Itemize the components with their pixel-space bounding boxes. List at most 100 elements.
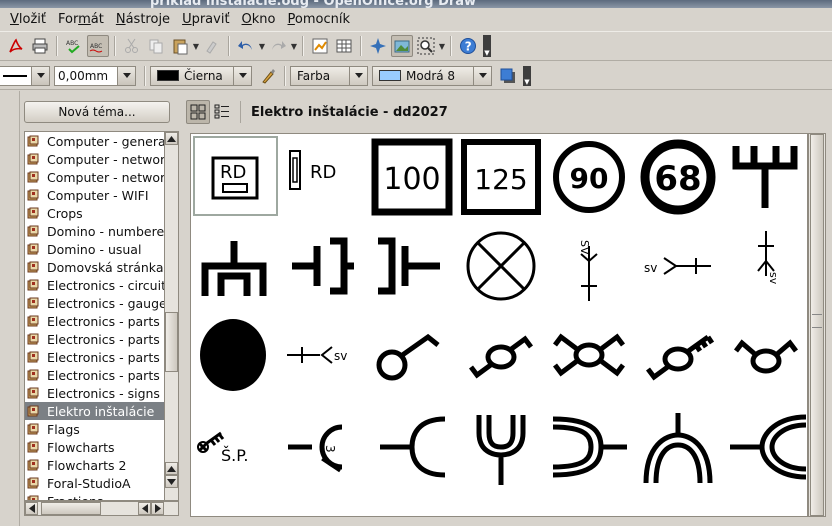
socket-3-symbol[interactable]: 3	[282, 405, 367, 485]
shadow-icon[interactable]	[497, 65, 519, 87]
redo-dropdown-icon[interactable]: ▼	[290, 35, 298, 57]
hscrollbar-thumb[interactable]	[41, 502, 101, 515]
sp-key-symbol[interactable]: Š.P.	[193, 405, 278, 485]
capacitor-left-symbol[interactable]	[282, 226, 367, 306]
menu-item-1[interactable]: Formát	[58, 12, 104, 27]
menu-item-4[interactable]: Okno	[242, 12, 276, 27]
theme-list-item[interactable]: Domino - numbered	[25, 222, 165, 240]
arc-right-double-symbol[interactable]	[547, 405, 632, 485]
sv-horizontal-symbol[interactable]: sv	[636, 226, 721, 306]
print-icon[interactable]	[29, 35, 51, 57]
rd-box-symbol[interactable]: RD	[193, 136, 278, 216]
theme-list-item[interactable]: Electronics - parts	[25, 312, 165, 330]
theme-list-item[interactable]: Domino - usual	[25, 240, 165, 258]
menu-item-5[interactable]: Pomocník	[288, 12, 351, 27]
area-color-arrow[interactable]	[473, 66, 491, 85]
line-style-arrow[interactable]	[31, 66, 49, 85]
table-icon[interactable]	[333, 35, 355, 57]
area-brush-icon[interactable]	[257, 65, 279, 87]
scroll-down-button[interactable]	[165, 475, 178, 488]
help-icon[interactable]: ?	[457, 35, 479, 57]
fork-symbol[interactable]	[724, 136, 807, 216]
square-100-symbol[interactable]: 100	[370, 136, 455, 216]
menu-item-3[interactable]: Upraviť	[182, 12, 229, 27]
switch-2-symbol[interactable]	[459, 315, 544, 395]
theme-list-item[interactable]: Flowcharts	[25, 438, 165, 456]
scroll-right-button[interactable]	[151, 502, 164, 515]
theme-list-item[interactable]: Computer - WIFI	[25, 186, 165, 204]
theme-list-hscrollbar[interactable]	[24, 501, 179, 516]
square-125-symbol[interactable]: 125	[459, 136, 544, 216]
switch-cross-symbol[interactable]	[547, 315, 632, 395]
toolbar-overflow-grip[interactable]: ▼	[483, 35, 491, 57]
theme-list-item[interactable]: Computer - general	[25, 132, 165, 150]
spellcheck-icon[interactable]: ABC	[63, 35, 85, 57]
switch-1-symbol[interactable]	[370, 315, 455, 395]
theme-list-item[interactable]: Elektro inštalácie	[25, 402, 165, 420]
zoom-dropdown-icon[interactable]: ▼	[438, 35, 446, 57]
capacitor-right-symbol[interactable]	[370, 226, 455, 306]
theme-list-item[interactable]: Foral-StudioA	[25, 474, 165, 492]
circle-90-symbol[interactable]: 90	[547, 136, 632, 216]
theme-list-item[interactable]: Crops	[25, 204, 165, 222]
theme-list[interactable]: Computer - general Computer - network Comp…	[24, 131, 166, 501]
theme-list-vscrollbar[interactable]	[164, 131, 179, 501]
theme-list-item[interactable]: Computer - network	[25, 150, 165, 168]
theme-list-item[interactable]: Electronics - circuits	[25, 276, 165, 294]
arch-symbol[interactable]	[636, 405, 721, 485]
scrollbar-thumb[interactable]	[165, 312, 178, 372]
toolbar2-overflow-grip[interactable]: ▼	[523, 65, 531, 86]
lamp-x-symbol[interactable]	[459, 226, 544, 306]
detailed-view-icon[interactable]	[210, 100, 234, 124]
navigator-icon[interactable]	[367, 35, 389, 57]
filled-circle-symbol[interactable]	[193, 315, 278, 395]
sv-right-symbol[interactable]: sv	[282, 315, 367, 395]
undo-dropdown-icon[interactable]: ▼	[258, 35, 266, 57]
gallery-icon[interactable]	[391, 35, 413, 57]
autospellcheck-icon[interactable]: ABC	[87, 35, 109, 57]
arc-left-symbol[interactable]	[370, 405, 455, 485]
symbol-grid-vscrollbar[interactable]	[808, 133, 826, 517]
zoom-icon[interactable]	[415, 35, 437, 57]
sv-vertical-symbol[interactable]: SV	[547, 226, 632, 306]
theme-list-item[interactable]: Computer - network	[25, 168, 165, 186]
menu-item-0[interactable]: Vložiť	[10, 12, 46, 27]
redo-icon[interactable]	[267, 35, 289, 57]
line-width-field[interactable]: 0,00mm	[54, 65, 136, 86]
theme-list-item[interactable]: Flags	[25, 420, 165, 438]
line-style-combo[interactable]	[0, 65, 50, 86]
paste-dropdown-icon[interactable]: ▼	[192, 35, 200, 57]
area-color-combo[interactable]: Modrá 8	[372, 65, 492, 86]
circle-68-symbol[interactable]: 68	[636, 136, 721, 216]
scroll-up-button[interactable]	[165, 132, 178, 145]
scroll-left-button[interactable]	[25, 502, 38, 515]
theme-list-item[interactable]: Flowcharts 2	[25, 456, 165, 474]
theme-list-item[interactable]: Electronics - signs	[25, 384, 165, 402]
menu-item-2[interactable]: Nástroje	[116, 12, 170, 27]
clone-formatting-icon[interactable]	[201, 35, 223, 57]
copy-icon[interactable]	[145, 35, 167, 57]
line-width-spinner[interactable]	[117, 66, 135, 85]
theme-list-item[interactable]: Fractions	[25, 492, 165, 500]
scroll-up-button-2[interactable]	[165, 462, 178, 475]
plug-socket-symbol[interactable]	[193, 226, 278, 306]
theme-list-item[interactable]: Electronics - parts	[25, 348, 165, 366]
scroll-left-button-2[interactable]	[138, 502, 151, 515]
new-theme-button[interactable]: Nová téma...	[24, 101, 170, 123]
switch-3-symbol[interactable]	[636, 315, 721, 395]
cut-icon[interactable]	[121, 35, 143, 57]
chart-icon[interactable]	[309, 35, 331, 57]
theme-list-item[interactable]: Domovská stránka	[25, 258, 165, 276]
undo-icon[interactable]	[235, 35, 257, 57]
double-arc-left-symbol[interactable]	[724, 405, 807, 485]
line-color-combo[interactable]: Čierna	[150, 65, 252, 86]
sv-vertical-2-symbol[interactable]: sv	[724, 226, 807, 306]
line-color-arrow[interactable]	[233, 66, 251, 85]
area-style-combo[interactable]: Farba	[290, 65, 368, 86]
icon-view-icon[interactable]	[186, 100, 210, 124]
switch-4-symbol[interactable]	[724, 315, 807, 395]
pdf-export-icon[interactable]	[5, 35, 27, 57]
y-fork-symbol[interactable]	[459, 405, 544, 485]
area-style-arrow[interactable]	[349, 66, 367, 85]
paste-icon[interactable]	[169, 35, 191, 57]
